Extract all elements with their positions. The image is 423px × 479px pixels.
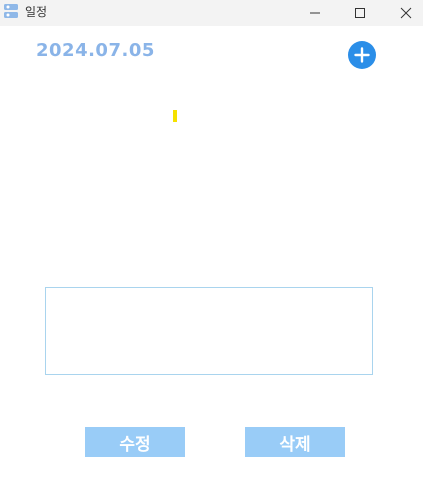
- schedule-window: 일정 2024.07.05 수정 삭제: [0, 0, 423, 479]
- current-date-label: 2024.07.05: [36, 40, 155, 61]
- add-schedule-button[interactable]: [348, 41, 376, 69]
- window-title: 일정: [25, 5, 48, 19]
- schedule-memo-input[interactable]: [45, 287, 373, 375]
- minimize-button[interactable]: [292, 0, 338, 26]
- close-button[interactable]: [383, 0, 423, 26]
- title-bar[interactable]: 일정: [0, 0, 423, 26]
- calendar-app-icon: [4, 4, 18, 18]
- close-icon: [400, 7, 412, 19]
- minimize-icon: [310, 12, 320, 14]
- edit-button[interactable]: 수정: [85, 427, 185, 457]
- maximize-icon: [355, 8, 365, 18]
- plus-circle-icon: [354, 47, 370, 63]
- text-caret: [173, 110, 177, 122]
- delete-button[interactable]: 삭제: [245, 427, 345, 457]
- maximize-button[interactable]: [337, 0, 383, 26]
